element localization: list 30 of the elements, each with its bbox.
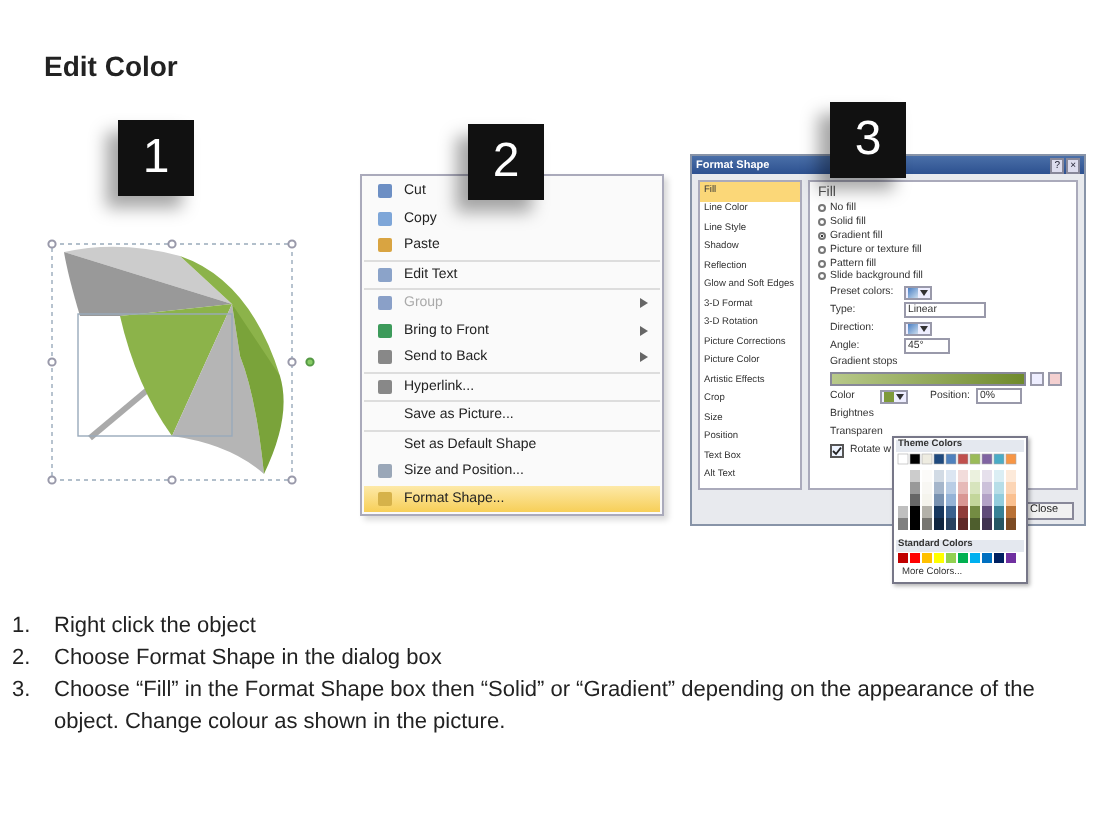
submenu-arrow-icon — [640, 352, 648, 363]
checkbox[interactable] — [830, 443, 844, 458]
caret-icon — [920, 325, 928, 332]
caret-icon — [896, 393, 904, 400]
radio-button[interactable] — [818, 231, 826, 240]
step-number-badge: 3 — [830, 102, 906, 178]
step-number-badge: 1 — [118, 120, 194, 196]
step-number: 1. — [12, 612, 33, 642]
color-dropdown[interactable] — [880, 389, 908, 404]
radio-button[interactable] — [818, 259, 826, 268]
radio-button[interactable] — [818, 218, 826, 227]
direction-dropdown[interactable] — [904, 321, 932, 336]
step-number: 2. — [12, 644, 33, 674]
preset-colors-dropdown[interactable] — [904, 285, 932, 300]
remove-stop-button[interactable] — [1048, 371, 1062, 386]
caret-icon — [920, 289, 928, 296]
add-stop-button[interactable] — [1030, 371, 1044, 386]
instruction-text: Choose Format Shape in the dialog box — [54, 644, 444, 674]
instruction-text: Choose “Fill” in the Format Shape box then “Solid” or “Gradient” depending on the appearance of the object. Change colour as shown in the picture. — [54, 676, 1037, 738]
submenu-arrow-icon — [640, 298, 648, 309]
radio-button[interactable] — [818, 272, 826, 281]
radio-button[interactable] — [818, 245, 826, 254]
slide-title: Edit Color — [44, 50, 178, 82]
step-number-badge: 2 — [468, 124, 544, 200]
step-number: 3. — [12, 676, 33, 706]
radio-button[interactable] — [818, 204, 826, 213]
gradient-bar[interactable] — [830, 371, 1026, 386]
instruction-text: Right click the object — [54, 612, 258, 642]
standard-colors-drawing — [896, 552, 1020, 564]
submenu-arrow-icon — [640, 325, 648, 336]
